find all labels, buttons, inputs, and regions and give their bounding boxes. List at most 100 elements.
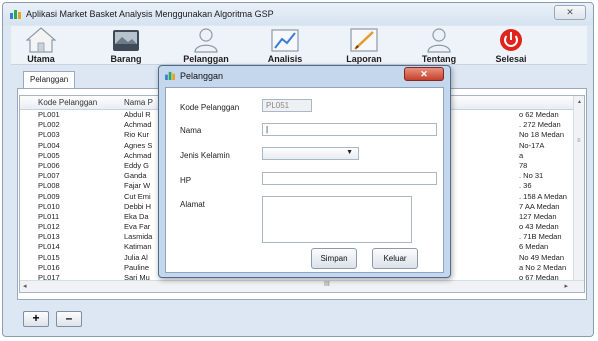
cell-alamat: . 272 Medan bbox=[519, 120, 561, 130]
cell-nama: Eka Da bbox=[124, 211, 149, 221]
power-icon bbox=[500, 29, 522, 51]
nama-field[interactable] bbox=[262, 123, 437, 136]
vertical-scrollbar[interactable]: ▲ ≡ bbox=[573, 96, 584, 282]
home-icon bbox=[26, 27, 56, 53]
cell-nama: Eddy G bbox=[124, 160, 150, 170]
nama-label: Nama bbox=[180, 126, 202, 135]
scroll-grip[interactable]: III bbox=[324, 281, 330, 288]
toolbar-utama-button[interactable]: Utama bbox=[11, 26, 71, 64]
jenis-kelamin-select[interactable]: ▼ bbox=[262, 147, 359, 160]
chart-icon bbox=[271, 29, 299, 52]
toolbar-label: Tentang bbox=[421, 54, 457, 64]
cell-nama: Achmad bbox=[124, 150, 152, 160]
cell-kode: PL012 bbox=[38, 222, 60, 232]
cell-nama: Rio Kur bbox=[124, 130, 150, 140]
report-icon bbox=[350, 28, 378, 52]
cell-nama: Lasmida bbox=[124, 232, 153, 242]
cell-nama: Fajar W bbox=[124, 181, 151, 191]
cell-kode: PL001 bbox=[38, 110, 60, 119]
dialog-close-button[interactable]: ✕ bbox=[404, 67, 444, 81]
toolbar-analisis-button[interactable]: Analisis bbox=[255, 26, 315, 64]
scroll-left-icon[interactable]: ◂ bbox=[23, 282, 27, 290]
scroll-right-icon[interactable]: ▸ bbox=[564, 282, 568, 290]
dialog-titlebar: Pelanggan ✕ bbox=[159, 66, 450, 85]
tab-pelanggan[interactable]: Pelanggan bbox=[23, 71, 76, 89]
header-nama[interactable]: Nama P bbox=[124, 98, 153, 107]
cell-kode: PL013 bbox=[38, 232, 60, 242]
cell-alamat: a bbox=[519, 150, 524, 160]
toolbar: Utama Barang Pelanggan Analisis Laporan … bbox=[11, 26, 587, 65]
cell-kode: PL003 bbox=[38, 130, 60, 140]
cell-alamat: No-17A bbox=[519, 140, 545, 150]
main-window: Aplikasi Market Basket Analysis Mengguna… bbox=[2, 2, 594, 337]
cell-alamat: o 62 Medan bbox=[519, 110, 559, 119]
cell-kode: PL015 bbox=[38, 252, 60, 262]
chevron-down-icon: ▼ bbox=[346, 149, 353, 156]
pelanggan-dialog: Pelanggan ✕ Kode Pelanggan Nama Jenis Ke… bbox=[158, 65, 451, 278]
cell-kode: PL007 bbox=[38, 171, 60, 181]
alamat-label: Alamat bbox=[180, 200, 205, 209]
alamat-field[interactable] bbox=[262, 196, 412, 243]
cell-kode: PL002 bbox=[38, 120, 60, 130]
cell-kode: PL014 bbox=[38, 242, 60, 252]
toolbar-label: Utama bbox=[27, 54, 55, 64]
jenis-kelamin-label: Jenis Kelamin bbox=[180, 151, 230, 160]
cell-kode: PL006 bbox=[38, 160, 60, 170]
header-kode-pelanggan[interactable]: Kode Pelanggan bbox=[38, 98, 97, 107]
cell-nama: Ganda bbox=[124, 171, 147, 181]
cell-nama: Achmad bbox=[124, 120, 152, 130]
app-icon bbox=[10, 10, 21, 19]
cell-alamat: No 18 Medan bbox=[519, 130, 565, 140]
toolbar-label: Pelanggan bbox=[183, 54, 229, 64]
remove-button[interactable]: – bbox=[56, 311, 82, 327]
hp-label: HP bbox=[180, 176, 192, 185]
cell-kode: PL004 bbox=[38, 140, 60, 150]
cell-alamat: . 71B Medan bbox=[519, 232, 562, 242]
horizontal-scrollbar[interactable]: ◂ III ▸ bbox=[20, 280, 584, 292]
toolbar-laporan-button[interactable]: Laporan bbox=[334, 26, 394, 64]
simpan-button[interactable]: Simpan bbox=[311, 248, 357, 269]
cell-alamat: a No 2 Medan bbox=[519, 262, 567, 272]
scroll-up-icon[interactable]: ▲ bbox=[577, 99, 582, 105]
user-icon bbox=[194, 28, 218, 53]
hp-field[interactable] bbox=[262, 172, 437, 185]
toolbar-barang-button[interactable]: Barang bbox=[96, 26, 156, 64]
window-close-button[interactable]: ✕ bbox=[554, 5, 586, 20]
cell-alamat: . 36 bbox=[519, 181, 532, 191]
cell-kode: PL005 bbox=[38, 150, 60, 160]
window-title: Aplikasi Market Basket Analysis Mengguna… bbox=[26, 9, 274, 19]
toolbar-selesai-button[interactable]: Selesai bbox=[481, 26, 541, 64]
toolbar-label: Laporan bbox=[346, 54, 382, 64]
title-bar: Aplikasi Market Basket Analysis Mengguna… bbox=[3, 3, 593, 25]
user-icon bbox=[427, 28, 451, 53]
cell-nama: Eva Far bbox=[124, 222, 151, 232]
scroll-thumb[interactable]: ≡ bbox=[577, 138, 581, 144]
cell-nama: Cut Emi bbox=[124, 191, 151, 201]
cell-alamat: 127 Medan bbox=[519, 211, 557, 221]
cell-nama: Pauline bbox=[124, 262, 150, 272]
kode-pelanggan-field[interactable] bbox=[262, 99, 312, 112]
cell-nama: Agnes S bbox=[124, 140, 153, 150]
cell-alamat: 7 AA Medan bbox=[519, 201, 560, 211]
cell-nama: Julia Al bbox=[124, 252, 148, 262]
keluar-button[interactable]: Keluar bbox=[372, 248, 418, 269]
cell-kode: PL016 bbox=[38, 262, 60, 272]
cell-nama: Debbi H bbox=[124, 201, 152, 211]
add-button[interactable]: + bbox=[23, 311, 49, 327]
cell-alamat: o 43 Medan bbox=[519, 222, 559, 232]
cell-nama: Katiman bbox=[124, 242, 152, 252]
app-icon bbox=[165, 71, 175, 80]
cell-kode: PL011 bbox=[38, 211, 60, 221]
dialog-title: Pelanggan bbox=[180, 71, 224, 81]
toolbar-pelanggan-button[interactable]: Pelanggan bbox=[176, 26, 236, 64]
dialog-body: Kode Pelanggan Nama Jenis Kelamin ▼ HP A… bbox=[165, 87, 444, 273]
toolbar-tentang-button[interactable]: Tentang bbox=[409, 26, 469, 64]
cell-alamat: 6 Medan bbox=[519, 242, 549, 252]
toolbar-label: Analisis bbox=[267, 54, 303, 64]
cell-alamat: . 158 A Medan bbox=[519, 191, 567, 201]
cell-nama: Abdul R bbox=[124, 110, 151, 119]
toolbar-label: Barang bbox=[110, 54, 142, 64]
cell-alamat: . No 31 bbox=[519, 171, 544, 181]
cell-kode: PL010 bbox=[38, 201, 60, 211]
cell-kode: PL009 bbox=[38, 191, 60, 201]
